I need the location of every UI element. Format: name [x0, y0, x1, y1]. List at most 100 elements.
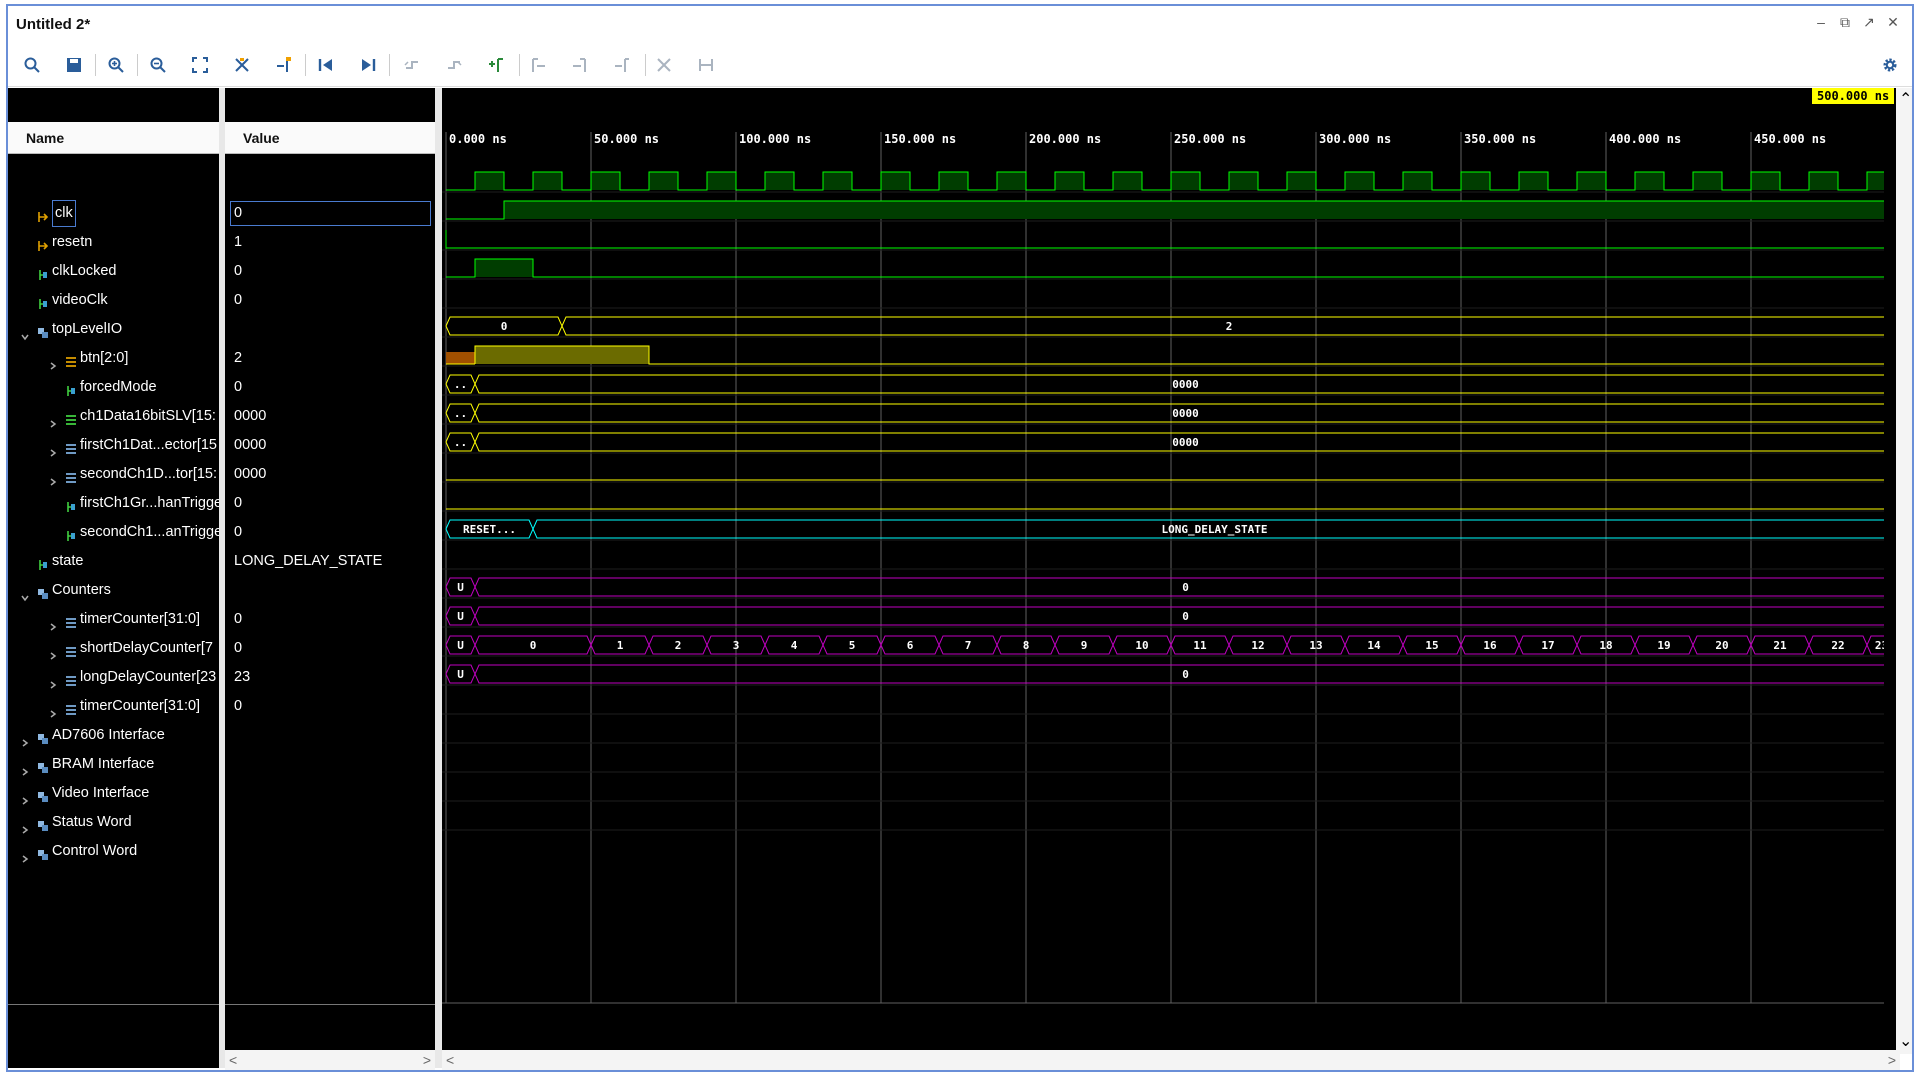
signal-row[interactable]: AD7606 Interface	[8, 721, 219, 750]
signal-row[interactable]: state	[8, 547, 219, 576]
snap-button[interactable]	[692, 52, 720, 78]
value-column-header[interactable]: Value	[225, 122, 435, 154]
chevron-right-icon[interactable]	[48, 701, 58, 718]
signal-value-row[interactable]: 0	[225, 605, 435, 634]
signal-value-row[interactable]: 1	[225, 228, 435, 257]
signal-row[interactable]: timerCounter[31:0]	[8, 692, 219, 721]
minimize-icon[interactable]: –	[1814, 14, 1828, 31]
chevron-down-icon[interactable]	[20, 324, 30, 341]
signal-value-row[interactable]: LONG_DELAY_STATE	[225, 547, 435, 576]
chevron-right-icon[interactable]	[48, 469, 58, 486]
scroll-left-icon[interactable]: <	[446, 1050, 454, 1070]
signal-value-row[interactable]	[225, 837, 435, 866]
chevron-right-icon[interactable]	[48, 614, 58, 631]
settings-button[interactable]	[1876, 52, 1904, 78]
signal-row[interactable]: videoClk	[8, 286, 219, 315]
chevron-right-icon[interactable]	[20, 788, 30, 805]
scroll-right-icon[interactable]: >	[423, 1050, 431, 1070]
previous-marker-button[interactable]	[524, 52, 552, 78]
chevron-right-icon[interactable]	[20, 817, 30, 834]
signal-value-row[interactable]: 0	[225, 373, 435, 402]
maximize-icon[interactable]: ↗	[1862, 14, 1876, 31]
signal-row[interactable]: topLevelIO	[8, 315, 219, 344]
signal-value-row[interactable]: 0	[225, 286, 435, 315]
signal-row[interactable]: BRAM Interface	[8, 750, 219, 779]
value-horizontal-scrollbar[interactable]: < >	[225, 1050, 435, 1070]
swap-cursors-button[interactable]	[608, 52, 636, 78]
signal-value-row[interactable]	[225, 808, 435, 837]
signal-value-row[interactable]: 0	[225, 692, 435, 721]
chevron-right-icon[interactable]	[48, 411, 58, 428]
chevron-right-icon[interactable]	[20, 846, 30, 863]
longdelaycounter-value-label: 20	[1715, 639, 1728, 652]
signal-value-row[interactable]: 0	[225, 199, 435, 228]
chevron-right-icon[interactable]	[20, 759, 30, 776]
pane-splitter[interactable]	[435, 88, 442, 1068]
go-to-cursor-button[interactable]	[228, 52, 256, 78]
signal-row[interactable]: Video Interface	[8, 779, 219, 808]
chevron-down-icon[interactable]	[20, 585, 30, 602]
signal-value-row[interactable]: 23	[225, 663, 435, 692]
restore-icon[interactable]: ⧉	[1838, 14, 1852, 31]
signal-row[interactable]: Status Word	[8, 808, 219, 837]
signal-value-row[interactable]: 2	[225, 344, 435, 373]
signal-row[interactable]: ch1Data16bitSLV[15:	[8, 402, 219, 431]
clk-high-fill	[1867, 172, 1884, 190]
waveform-horizontal-scrollbar[interactable]: < >	[442, 1050, 1900, 1070]
signal-row[interactable]: timerCounter[31:0]	[8, 605, 219, 634]
signal-row[interactable]: secondCh1D...tor[15:	[8, 460, 219, 489]
add-marker-2-button[interactable]	[482, 52, 510, 78]
signal-value-row[interactable]	[225, 750, 435, 779]
signal-value-row[interactable]: 0000	[225, 402, 435, 431]
signal-row[interactable]: Counters	[8, 576, 219, 605]
chevron-right-icon[interactable]	[48, 440, 58, 457]
scroll-left-icon[interactable]: <	[229, 1050, 237, 1070]
signal-value-row[interactable]: 0	[225, 634, 435, 663]
chevron-right-icon[interactable]	[48, 672, 58, 689]
signal-value-row[interactable]: 0000	[225, 431, 435, 460]
go-to-time-0-button[interactable]	[312, 52, 340, 78]
waveform-pane[interactable]: 0.000 ns 50.000 ns 100.000 ns 150.000 ns 200…	[442, 88, 1900, 1054]
signal-row[interactable]: forcedMode	[8, 373, 219, 402]
save-button[interactable]	[60, 52, 88, 78]
signal-value-row[interactable]	[225, 721, 435, 750]
signal-row[interactable]: longDelayCounter[23	[8, 663, 219, 692]
signal-row[interactable]: Control Word	[8, 837, 219, 866]
signal-value-row[interactable]	[225, 576, 435, 605]
add-marker-button[interactable]	[270, 52, 298, 78]
signal-value-row[interactable]	[225, 779, 435, 808]
scroll-down-icon[interactable]: ⌄	[1899, 1032, 1912, 1052]
waveform-canvas[interactable]: 0.000 ns 50.000 ns 100.000 ns 150.000 ns 200…	[442, 88, 1884, 1054]
signal-row[interactable]: shortDelayCounter[7	[8, 634, 219, 663]
vertical-scrollbar[interactable]: ⌃ ⌄	[1896, 88, 1912, 1054]
chevron-right-icon[interactable]	[20, 730, 30, 747]
signal-row[interactable]: clk	[8, 199, 219, 228]
go-to-last-time-button[interactable]	[354, 52, 382, 78]
signal-value-row[interactable]: 0	[225, 257, 435, 286]
scroll-right-icon[interactable]: >	[1888, 1050, 1896, 1070]
zoom-out-button[interactable]	[144, 52, 172, 78]
next-transition-button[interactable]	[440, 52, 468, 78]
chevron-right-icon[interactable]	[48, 643, 58, 660]
scroll-up-icon[interactable]: ⌃	[1899, 90, 1912, 110]
time-cursor-label[interactable]: 500.000 ns	[1812, 88, 1895, 104]
signal-value-row[interactable]: 0	[225, 518, 435, 547]
search-button[interactable]	[18, 52, 46, 78]
signal-row[interactable]: firstCh1Gr...hanTrigge	[8, 489, 219, 518]
signal-row[interactable]: resetn	[8, 228, 219, 257]
signal-row[interactable]: secondCh1...anTrigge	[8, 518, 219, 547]
signal-value-row[interactable]	[225, 315, 435, 344]
signal-row[interactable]: btn[2:0]	[8, 344, 219, 373]
zoom-in-button[interactable]	[102, 52, 130, 78]
previous-transition-button[interactable]	[398, 52, 426, 78]
next-marker-button[interactable]	[566, 52, 594, 78]
delete-button[interactable]	[650, 52, 678, 78]
close-icon[interactable]: ✕	[1886, 14, 1900, 31]
signal-row[interactable]: firstCh1Dat...ector[15	[8, 431, 219, 460]
signal-value-row[interactable]: 0	[225, 489, 435, 518]
signal-row[interactable]: clkLocked	[8, 257, 219, 286]
name-column-header[interactable]: Name	[8, 122, 219, 154]
zoom-fit-button[interactable]	[186, 52, 214, 78]
signal-value-row[interactable]: 0000	[225, 460, 435, 489]
chevron-right-icon[interactable]	[48, 353, 58, 370]
